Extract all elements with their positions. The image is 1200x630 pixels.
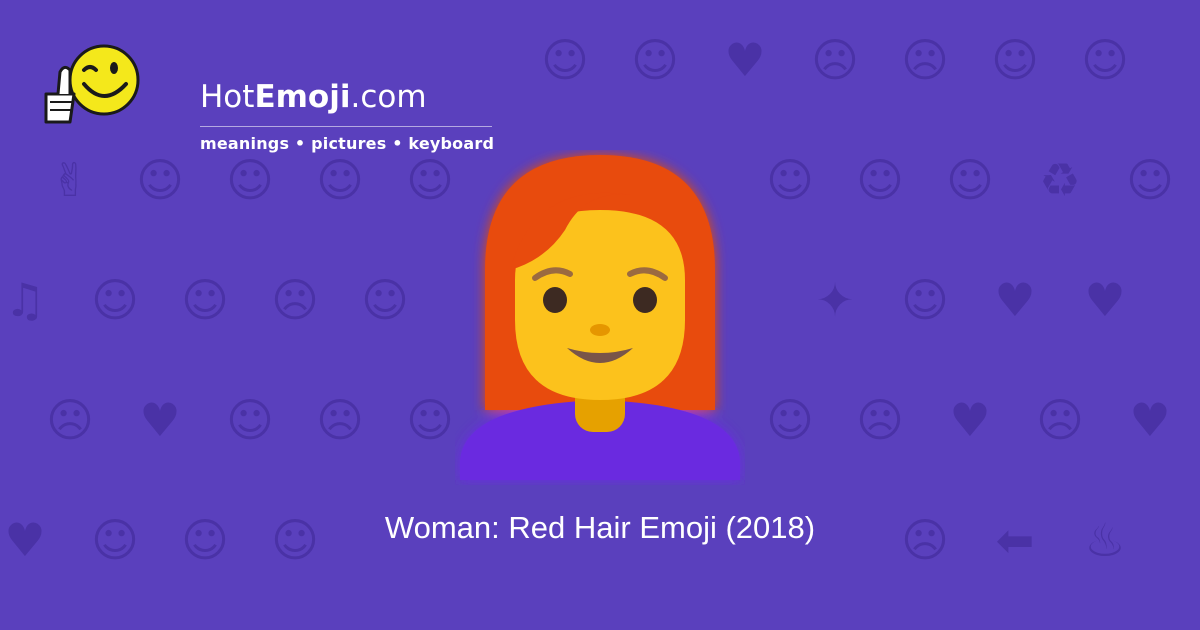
background-emoji-icon: ☺: [766, 393, 814, 447]
background-emoji-icon: ♥: [994, 273, 1036, 327]
background-emoji-icon: ☺: [406, 153, 454, 207]
site-logo[interactable]: HotEmoji.com meanings • pictures • keybo…: [40, 36, 494, 153]
background-emoji-icon: ☺: [316, 153, 364, 207]
logo-divider: [200, 126, 492, 127]
background-emoji-icon: ☺: [226, 393, 274, 447]
background-emoji-icon: ✌: [50, 153, 90, 207]
woman-red-hair-icon: [460, 155, 740, 480]
background-emoji-icon: ☹: [271, 273, 319, 327]
background-emoji-icon: ♥: [724, 33, 766, 87]
background-emoji-icon: ♥: [1084, 273, 1126, 327]
background-emoji-icon: ☺: [91, 273, 139, 327]
site-name: HotEmoji.com: [200, 79, 427, 115]
background-emoji-icon: ☺: [1081, 33, 1129, 87]
background-emoji-icon: ☺: [181, 273, 229, 327]
site-tagline: meanings • pictures • keyboard: [200, 134, 495, 153]
background-emoji-icon: ☺: [946, 153, 994, 207]
background-emoji-icon: ☹: [856, 393, 904, 447]
background-emoji-icon: ♥: [949, 393, 991, 447]
background-emoji-icon: ♻: [1039, 153, 1081, 207]
background-emoji-icon: ☺: [226, 153, 274, 207]
background-emoji-icon: ☺: [991, 33, 1039, 87]
background-emoji-icon: ♥: [1129, 393, 1171, 447]
background-emoji-icon: ☺: [541, 33, 589, 87]
background-emoji-icon: ♥: [139, 393, 181, 447]
background-emoji-icon: ☹: [901, 33, 949, 87]
background-emoji-icon: ☹: [316, 393, 364, 447]
background-emoji-icon: ☹: [811, 33, 859, 87]
background-emoji-icon: ♫: [4, 273, 46, 327]
background-emoji-icon: ☺: [856, 153, 904, 207]
background-emoji-icon: ☺: [406, 393, 454, 447]
thumbs-up-winking-face-icon: [44, 44, 140, 124]
background-emoji-icon: ☺: [361, 273, 409, 327]
background-emoji-icon: ☺: [766, 153, 814, 207]
background-emoji-icon: ☺: [901, 273, 949, 327]
background-emoji-icon: ☹: [46, 393, 94, 447]
emoji-title: Woman: Red Hair Emoji (2018): [384, 510, 816, 545]
background-emoji-icon: ☹: [1036, 393, 1084, 447]
background-emoji-icon: ☺: [1126, 153, 1174, 207]
background-emoji-icon: ✦: [815, 273, 855, 327]
background-emoji-icon: ☺: [136, 153, 184, 207]
background-emoji-icon: ☺: [631, 33, 679, 87]
